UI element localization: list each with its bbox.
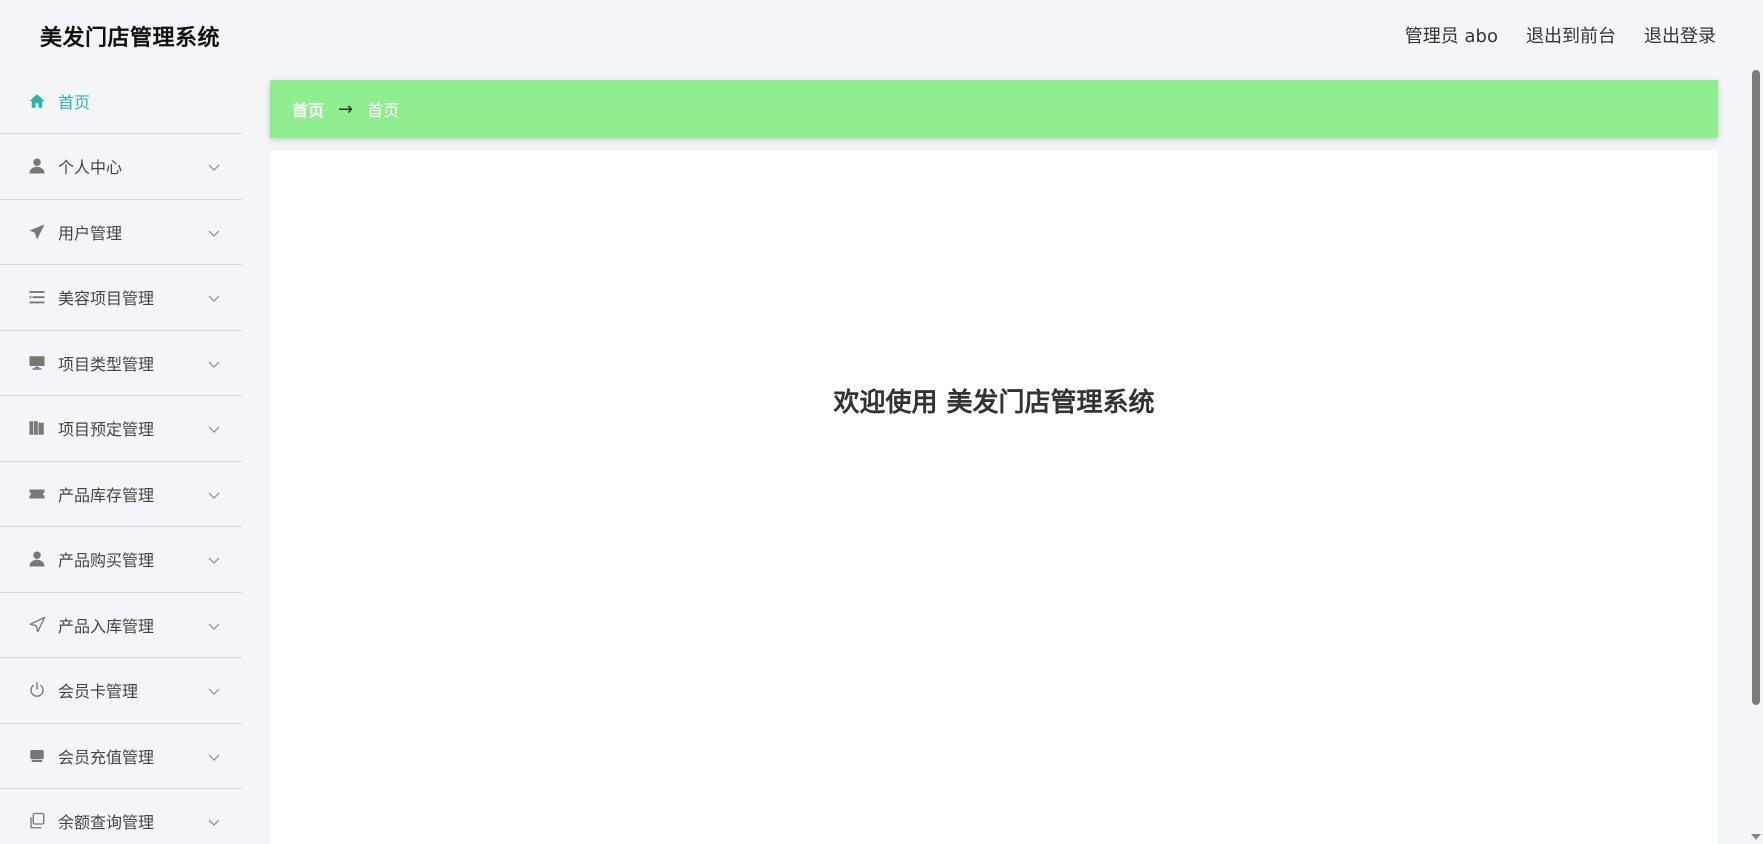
sidebar-item-beauty-project[interactable]: 美容项目管理 [0,265,242,331]
sidebar-item-label: 项目预定管理 [58,420,155,440]
books-icon [28,419,46,437]
sidebar-item-label: 用户管理 [58,223,123,243]
breadcrumb-separator: → [338,98,354,120]
inbox-icon [28,747,46,765]
sidebar-item-label: 首页 [58,92,91,112]
logout-link[interactable]: 退出登录 [1644,22,1716,48]
sidebar-item-project-type[interactable]: 项目类型管理 [0,331,242,396]
sidebar-item-label: 会员卡管理 [58,682,139,702]
header-links: 管理员 abo 退出到前台 退出登录 [1405,22,1716,48]
sidebar-item-personal-center[interactable]: 个人中心 [0,134,242,200]
chevron-down-icon [208,289,220,303]
breadcrumb: 首页 → 首页 [270,80,1718,138]
sidebar-item-member-card[interactable]: 会员卡管理 [0,658,242,724]
admin-user-label[interactable]: 管理员 abo [1405,22,1498,48]
sidebar-item-label: 产品入库管理 [58,616,155,636]
top-header: 美发门店管理系统 管理员 abo 退出到前台 退出登录 [0,0,1763,68]
chevron-down-icon [208,158,220,172]
person-icon [28,550,46,568]
send-icon [28,616,46,634]
list-icon [28,288,46,306]
chevron-down-icon [208,682,220,696]
main-content: 首页 → 首页 欢迎使用 美发门店管理系统 [270,80,1718,844]
sidebar-item-product-purchase[interactable]: 产品购买管理 [0,527,242,593]
sidebar-item-home[interactable]: 首页 [0,68,242,134]
monitor-icon [28,354,46,372]
chevron-down-icon [208,551,220,565]
sidebar-item-user-management[interactable]: 用户管理 [0,200,242,265]
sidebar-menu: 首页 个人中心 用户管理 美容项目管理 项目类型管理 项目预定管理 产品库存管理… [0,68,242,844]
sidebar-item-label: 会员充值管理 [58,747,155,767]
chevron-down-icon [208,617,220,630]
chevron-down-icon [208,486,220,499]
sidebar-item-product-inventory[interactable]: 产品库存管理 [0,462,242,527]
chevron-down-icon [208,813,220,827]
welcome-message: 欢迎使用 美发门店管理系统 [833,388,1155,418]
sidebar-item-label: 产品库存管理 [58,485,155,505]
chevron-down-icon [208,748,220,761]
sidebar-item-label: 余额查询管理 [58,813,155,833]
ticket-icon [28,485,46,503]
sidebar-item-label: 个人中心 [58,158,123,178]
sidebar-item-balance-query[interactable]: 余额查询管理 [0,789,242,844]
sidebar-item-label: 产品购买管理 [58,551,155,571]
sidebar-item-project-booking[interactable]: 项目预定管理 [0,396,242,462]
chevron-down-icon [208,355,220,368]
paper-plane-icon [28,223,46,241]
power-icon [28,681,46,699]
exit-to-front-link[interactable]: 退出到前台 [1526,22,1616,48]
app-title: 美发门店管理系统 [40,26,221,51]
sidebar-item-product-stock-in[interactable]: 产品入库管理 [0,593,242,658]
scroll-down-arrow-icon[interactable] [1751,834,1761,840]
sidebar-item-label: 项目类型管理 [58,354,155,374]
user-icon [28,157,46,175]
home-icon [28,92,46,110]
sidebar-item-label: 美容项目管理 [58,289,155,309]
page-scrollbar[interactable] [1748,68,1763,844]
breadcrumb-home[interactable]: 首页 [292,97,324,121]
copy-icon [28,812,46,830]
sidebar-item-member-recharge[interactable]: 会员充值管理 [0,724,242,789]
chevron-down-icon [208,420,220,434]
content-panel: 欢迎使用 美发门店管理系统 [270,150,1718,844]
chevron-down-icon [208,224,220,237]
scrollbar-thumb[interactable] [1752,70,1760,705]
breadcrumb-current: 首页 [367,101,400,120]
